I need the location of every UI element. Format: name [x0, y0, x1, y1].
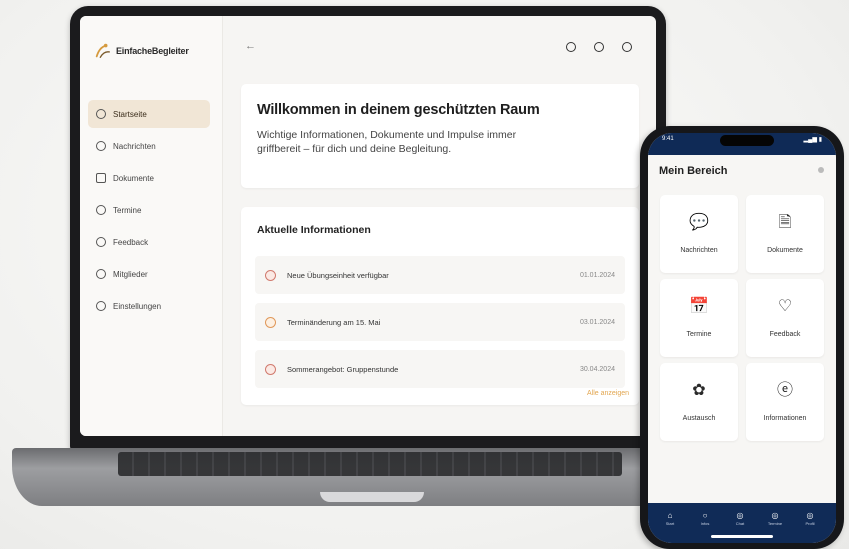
tab-chat[interactable]: ◎ Chat: [728, 511, 752, 526]
info-row[interactable]: Sommerangebot: Gruppenstunde 30.04.2024: [255, 350, 625, 388]
home-icon: [96, 109, 106, 119]
sidebar-item-nachrichten[interactable]: Nachrichten: [88, 132, 210, 160]
sidebar-item-termine[interactable]: Termine: [88, 196, 210, 224]
tab-start[interactable]: ⌂ Start: [658, 511, 682, 526]
sidebar-item-label: Feedback: [113, 237, 149, 247]
tile-nachrichten[interactable]: 💬 Nachrichten: [660, 195, 738, 273]
info-row-text: Terminänderung am 15. Mai: [287, 317, 381, 327]
members-icon: [96, 269, 106, 279]
laptop-keyboard: [118, 452, 622, 476]
calendar-icon: [96, 205, 106, 215]
tab-icon: ⌂: [667, 511, 673, 520]
phone-screen: 9:41 ▂▄▆ ▮ Mein Bereich 💬 Nachrichten 🗎 Dok…: [648, 133, 836, 543]
tab-termine[interactable]: ◎ Termine: [763, 511, 787, 526]
tab-label: Start: [665, 521, 675, 526]
tab-icon: ○: [702, 511, 708, 520]
info-row[interactable]: Terminänderung am 15. Mai 03.01.2024: [255, 303, 625, 341]
tile-informationen[interactable]: ⓔ Informationen: [746, 363, 824, 441]
tab-icon: ◎: [736, 511, 744, 520]
device-mockup: EinfacheBegleiter Startseite Nachrichten D…: [0, 0, 849, 549]
tab-bar: ⌂ Start ○ Infos ◎ Chat ◎ Termine ◎ Profil: [648, 503, 836, 543]
heart-icon: ♡: [777, 298, 793, 315]
welcome-card: Willkommen in deinem geschützten Raum Wi…: [241, 84, 639, 188]
info-row-text: Sommerangebot: Gruppenstunde: [287, 364, 399, 374]
show-all-link[interactable]: Alle anzeigen: [587, 390, 629, 397]
document-icon: [96, 173, 106, 183]
back-arrow-icon[interactable]: ←: [245, 40, 256, 52]
tile-feedback[interactable]: ♡ Feedback: [746, 279, 824, 357]
info-dot-icon: [265, 363, 276, 375]
tab-icon: ◎: [806, 511, 814, 520]
info-row-text: Neue Übungseinheit verfügbar: [287, 270, 389, 280]
tile-dokumente[interactable]: 🗎 Dokumente: [746, 195, 824, 273]
phone-title: Mein Bereich: [659, 165, 728, 177]
tile-label: Termine: [686, 331, 712, 338]
sidebar-item-dokumente[interactable]: Dokumente: [88, 164, 210, 192]
tab-label: Chat: [735, 521, 745, 526]
tile-austausch[interactable]: ✿ Austausch: [660, 363, 738, 441]
profile-icon[interactable]: [622, 42, 632, 52]
info-icon: ⓔ: [776, 382, 793, 399]
logo-icon: [95, 43, 110, 58]
info-card: Aktuelle Informationen Neue Übungseinhei…: [241, 207, 639, 405]
tile-label: Informationen: [763, 415, 807, 422]
sidebar-item-label: Startseite: [113, 109, 147, 119]
sidebar-item-label: Nachrichten: [113, 141, 156, 151]
tab-label: Infos: [700, 521, 710, 526]
message-icon: 💬: [689, 214, 709, 231]
feedback-icon: [96, 237, 106, 247]
info-row-date: 30.04.2024: [579, 365, 615, 373]
info-dot-icon: [265, 269, 276, 281]
status-bar: 9:41 ▂▄▆ ▮: [648, 133, 836, 155]
sidebar: EinfacheBegleiter Startseite Nachrichten D…: [80, 16, 223, 436]
info-dot-icon: [265, 316, 276, 328]
settings-icon: [96, 301, 106, 311]
info-row-date: 01.01.2024: [579, 271, 615, 279]
status-time: 9:41: [662, 136, 674, 142]
more-icon[interactable]: [818, 167, 824, 173]
calendar-icon: 📅: [689, 298, 709, 315]
info-title: Aktuelle Informationen: [257, 224, 371, 236]
tile-label: Austausch: [682, 415, 716, 422]
sidebar-item-label: Dokumente: [113, 173, 154, 183]
sidebar-item-startseite[interactable]: Startseite: [88, 100, 210, 128]
phone-notch: [720, 135, 774, 146]
tab-label: Termine: [767, 521, 783, 526]
tile-label: Dokumente: [767, 247, 803, 254]
welcome-title: Willkommen in deinem geschützten Raum: [257, 102, 540, 118]
brand-name: EinfacheBegleiter: [116, 46, 189, 56]
flower-icon: ✿: [692, 382, 706, 399]
tab-profil[interactable]: ◎ Profil: [798, 511, 822, 526]
sidebar-item-label: Termine: [113, 205, 142, 215]
tab-label: Profil: [805, 521, 815, 526]
welcome-text: Wichtige Informationen, Dokumente und Im…: [257, 129, 517, 155]
info-row[interactable]: Neue Übungseinheit verfügbar 01.01.2024: [255, 256, 625, 294]
laptop-screen: EinfacheBegleiter Startseite Nachrichten D…: [80, 16, 656, 436]
sidebar-item-einstellungen[interactable]: Einstellungen: [88, 292, 210, 320]
status-indicators: ▂▄▆ ▮: [803, 137, 822, 143]
message-icon: [96, 141, 106, 151]
sidebar-item-label: Mitglieder: [113, 269, 148, 279]
info-icon[interactable]: [594, 42, 604, 52]
tile-termine[interactable]: 📅 Termine: [660, 279, 738, 357]
sidebar-nav: Startseite Nachrichten Dokumente Termine Fee…: [88, 100, 210, 324]
sidebar-item-label: Einstellungen: [113, 301, 162, 311]
topbar: ←: [223, 16, 656, 68]
info-row-date: 03.01.2024: [579, 318, 615, 326]
search-icon[interactable]: [566, 42, 576, 52]
home-indicator: [711, 535, 773, 538]
tile-label: Nachrichten: [680, 247, 718, 254]
document-icon: 🗎: [778, 214, 792, 231]
sidebar-item-feedback[interactable]: Feedback: [88, 228, 210, 256]
sidebar-item-mitglieder[interactable]: Mitglieder: [88, 260, 210, 288]
app-logo[interactable]: EinfacheBegleiter: [94, 42, 189, 60]
tab-infos[interactable]: ○ Infos: [693, 511, 717, 526]
tile-label: Feedback: [769, 331, 801, 338]
laptop-trackpad: [320, 492, 424, 502]
tab-icon: ◎: [771, 511, 779, 520]
